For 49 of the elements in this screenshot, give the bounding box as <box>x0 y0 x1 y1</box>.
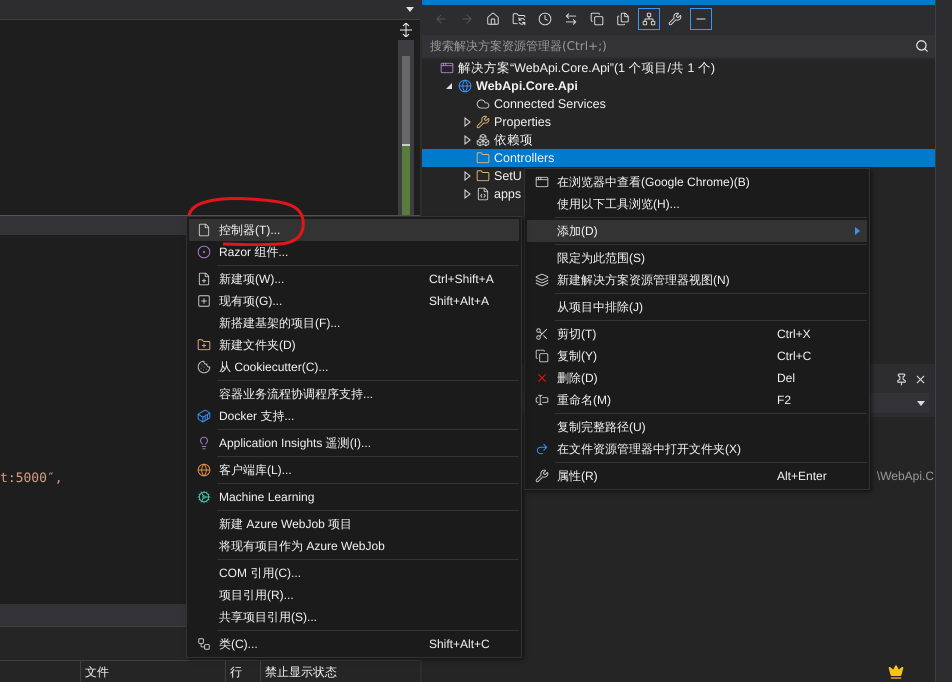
menu-item-label: 新搭建基架的项目(F)... <box>219 314 342 332</box>
path-text: \WebApi.C <box>876 469 934 483</box>
menu-item-label: 新建 Azure WebJob 项目 <box>219 516 354 532</box>
menu-item-label: 从 Cookiecutter(C)... <box>219 358 330 376</box>
menu-item-label: 类(C)... <box>219 636 259 652</box>
shortcut-text: Ctrl+X <box>777 327 812 341</box>
menu-item-label: Docker 支持... <box>219 408 296 424</box>
tree-item-label: Properties <box>494 115 551 129</box>
tree-item-label: 解决方案“WebApi.Core.Api”(1 个项目/共 1 个) <box>458 60 716 76</box>
menu-item-label: 将现有项目作为 Azure WebJob <box>219 538 386 554</box>
menu-item-label: COM 引用(C)... <box>219 564 302 582</box>
tree-item-label: 依赖项 <box>494 132 533 148</box>
menu-item-label: 从项目中排除(J) <box>557 298 644 316</box>
menu-item-label: Application Insights 遥测(I)... <box>219 434 372 452</box>
menu-item-label: 在浏览器中查看(Google Chrome)(B) <box>557 174 751 190</box>
menu-item-label: Razor 组件... <box>219 244 290 260</box>
shortcut-text: Ctrl+C <box>777 349 812 363</box>
menu-item-label: 共享项目引用(S)... <box>219 608 318 626</box>
menu-item-label: 现有项(G)... <box>219 292 284 310</box>
shortcut-text: F2 <box>777 393 792 407</box>
menu-item-label: 新建文件夹(D) <box>219 336 297 354</box>
tree-item-label: SetU <box>494 169 522 183</box>
menu-item-label: 重命名(M) <box>557 392 612 408</box>
menu-item-label: 添加(D) <box>557 222 599 240</box>
tree-item-label: Controllers <box>494 151 554 165</box>
menu-item-label: 容器业务流程协调程序支持... <box>219 386 374 402</box>
shortcut-text: Del <box>777 371 796 385</box>
menu-item-label: 复制完整路径(U) <box>557 418 647 436</box>
menu-item-label: 项目引用(R)... <box>219 586 295 604</box>
tree-item-label: apps <box>494 187 522 201</box>
menu-item-label: 客户端库(L)... <box>219 462 293 478</box>
menu-item-label: Machine Learning <box>219 490 316 504</box>
shortcut-text: Shift+Alt+C <box>429 637 491 651</box>
menu-item-label: 使用以下工具浏览(H)... <box>557 196 681 212</box>
menu-item-label: 复制(Y) <box>557 348 598 364</box>
menu-item-label: 删除(D) <box>557 370 599 386</box>
menu-item-label: 新建项(W)... <box>219 270 286 288</box>
code-text: t:5000″, <box>0 471 64 486</box>
shortcut-text: Shift+Alt+A <box>429 294 490 308</box>
shortcut-text: Ctrl+Shift+A <box>429 272 495 286</box>
menu-item-label: 剪切(T) <box>557 326 598 342</box>
menu-item-label: 在文件资源管理器中打开文件夹(X) <box>557 440 742 458</box>
tree-item-label: WebApi.Core.Api <box>476 79 578 93</box>
shortcut-text: Alt+Enter <box>777 469 828 483</box>
menu-item-label: 控制器(T)... <box>219 222 282 238</box>
tree-item-label: Connected Services <box>494 97 606 111</box>
menu-item-label: 属性(R) <box>557 468 599 484</box>
menu-item-label: 新建解决方案资源管理器视图(N) <box>557 272 731 288</box>
menu-item-label: 限定为此范围(S) <box>557 250 646 266</box>
